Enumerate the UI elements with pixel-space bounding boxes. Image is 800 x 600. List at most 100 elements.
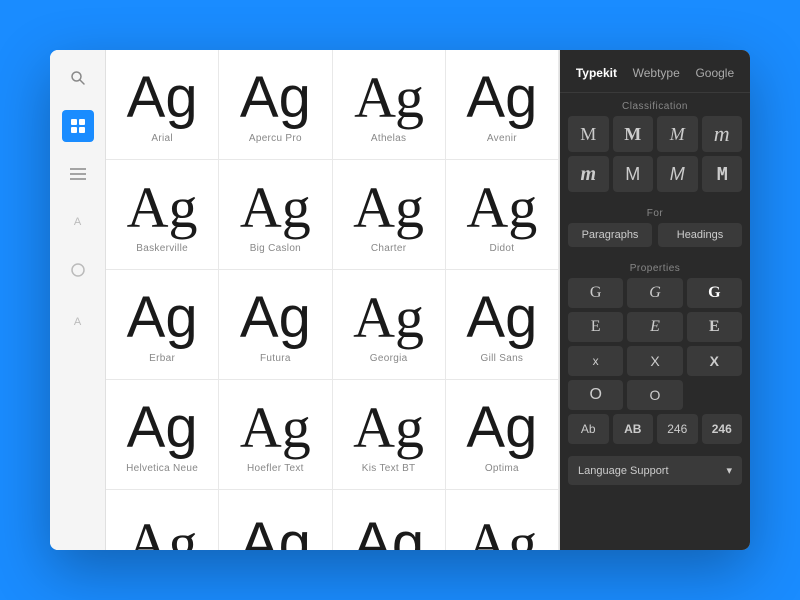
- list-view-icon[interactable]: [62, 158, 94, 190]
- prop-x-lower[interactable]: x: [568, 346, 623, 376]
- for-headings-btn[interactable]: Headings: [658, 223, 742, 247]
- properties-row1: G G G E E E: [560, 278, 750, 346]
- font-cell-baskerville[interactable]: Ag Baskerville: [106, 160, 219, 270]
- font-preview-helvetica: Ag: [127, 399, 198, 457]
- font-preview-gillsans: Ag: [466, 289, 537, 347]
- class-btn-sans1[interactable]: M: [613, 156, 654, 192]
- class-btn-serif2[interactable]: M: [613, 116, 654, 152]
- font-cell-row5c[interactable]: Ag: [333, 490, 446, 550]
- font-cell-avenir[interactable]: Ag Avenir: [446, 50, 559, 160]
- classification-label: Classification: [560, 93, 750, 116]
- prop-o-lower[interactable]: O: [568, 380, 623, 410]
- font-preview-erbar: Ag: [127, 289, 198, 347]
- font-name-kistext: Kis Text BT: [362, 463, 416, 474]
- font-name-gillsans: Gill Sans: [481, 353, 524, 364]
- font-preview-futura: Ag: [240, 289, 311, 347]
- font-cell-hoefler[interactable]: Ag Hoefler Text: [219, 380, 332, 490]
- font-cell-optima[interactable]: Ag Optima: [446, 380, 559, 490]
- prop-e2[interactable]: E: [627, 312, 682, 342]
- font-cell-row5a[interactable]: Ag: [106, 490, 219, 550]
- prop-e3[interactable]: E: [687, 312, 742, 342]
- font-name-bigcaslon: Big Caslon: [250, 243, 301, 254]
- font-name-hoefler: Hoefler Text: [247, 463, 304, 474]
- prop-246-light[interactable]: 246: [657, 414, 698, 444]
- prop-x-bold[interactable]: X: [687, 346, 742, 376]
- font-cell-row5d[interactable]: Ag: [446, 490, 559, 550]
- search-icon[interactable]: [62, 62, 94, 94]
- properties-label: Properties: [560, 255, 750, 278]
- properties-row3: Ab AB 246 246: [560, 414, 750, 452]
- prop-e1[interactable]: E: [568, 312, 623, 342]
- font-name-athelas: Athelas: [371, 133, 406, 144]
- prop-g2[interactable]: G: [627, 278, 682, 308]
- prop-ab-lower[interactable]: Ab: [568, 414, 609, 444]
- prop-g1[interactable]: G: [568, 278, 623, 308]
- for-label: For: [560, 200, 750, 223]
- font-cell-futura[interactable]: Ag Futura: [219, 270, 332, 380]
- for-row: Paragraphs Headings: [560, 223, 750, 255]
- class-btn-mono1[interactable]: M: [702, 156, 743, 192]
- font-preview-bigcaslon: Ag: [240, 179, 311, 237]
- font-name-georgia: Georgia: [370, 353, 408, 364]
- font-cell-didot[interactable]: Ag Didot: [446, 160, 559, 270]
- class-btn-serif1[interactable]: M: [568, 116, 609, 152]
- for-paragraphs-btn[interactable]: Paragraphs: [568, 223, 652, 247]
- size-label-icon: A: [62, 306, 94, 338]
- language-support-chevron: ▾: [726, 464, 732, 477]
- app-container: A A Ag Arial Ag Apercu Pro Ag Athelas: [50, 50, 750, 550]
- prop-g3[interactable]: G: [687, 278, 742, 308]
- font-preview-row5c: Ag: [353, 515, 424, 551]
- prop-o-upper[interactable]: O: [627, 380, 682, 410]
- font-preview-baskerville: Ag: [127, 179, 198, 237]
- font-preview-charter: Ag: [353, 179, 424, 237]
- font-preview-kistext: Ag: [353, 399, 424, 457]
- font-preview-arial: Ag: [127, 69, 198, 127]
- font-cell-erbar[interactable]: Ag Erbar: [106, 270, 219, 380]
- prop-ab-upper[interactable]: AB: [613, 414, 654, 444]
- font-cell-arial[interactable]: Ag Arial: [106, 50, 219, 160]
- right-panel: Typekit Webtype Google Classification M …: [560, 50, 750, 550]
- font-cell-athelas[interactable]: Ag Athelas: [333, 50, 446, 160]
- properties-row2: x X X O O: [560, 346, 750, 414]
- language-support-btn[interactable]: Language Support ▾: [568, 456, 742, 485]
- font-cell-bigcaslon[interactable]: Ag Big Caslon: [219, 160, 332, 270]
- tab-google[interactable]: Google: [689, 62, 740, 84]
- font-name-avenir: Avenir: [487, 133, 517, 144]
- font-cell-kistext[interactable]: Ag Kis Text BT: [333, 380, 446, 490]
- circle-control-icon[interactable]: [62, 254, 94, 286]
- font-preview-avenir: Ag: [466, 69, 537, 127]
- class-btn-serif3[interactable]: M: [657, 116, 698, 152]
- font-name-erbar: Erbar: [149, 353, 175, 364]
- font-cell-row5b[interactable]: Ag: [219, 490, 332, 550]
- tab-row: Typekit Webtype Google: [560, 50, 750, 93]
- font-name-didot: Didot: [489, 243, 514, 254]
- font-preview-didot: Ag: [466, 179, 537, 237]
- classification-grid: M M M m m M M M: [560, 116, 750, 200]
- font-name-arial: Arial: [151, 133, 173, 144]
- font-cell-helvetica[interactable]: Ag Helvetica Neue: [106, 380, 219, 490]
- font-cell-charter[interactable]: Ag Charter: [333, 160, 446, 270]
- font-cell-georgia[interactable]: Ag Georgia: [333, 270, 446, 380]
- class-btn-script1[interactable]: m: [702, 116, 743, 152]
- prop-x-upper[interactable]: X: [627, 346, 682, 376]
- font-preview-apercu: Ag: [240, 69, 311, 127]
- font-preview-row5d: Ag: [466, 515, 537, 551]
- font-name-baskerville: Baskerville: [136, 243, 188, 254]
- sidebar: A A: [50, 50, 106, 550]
- font-name-helvetica: Helvetica Neue: [126, 463, 198, 474]
- font-preview-row5a: Ag: [127, 515, 198, 551]
- font-name-charter: Charter: [371, 243, 406, 254]
- size-small-icon[interactable]: A: [62, 206, 94, 238]
- tab-typekit[interactable]: Typekit: [570, 62, 623, 84]
- font-cell-gillsans[interactable]: Ag Gill Sans: [446, 270, 559, 380]
- tab-webtype[interactable]: Webtype: [627, 62, 686, 84]
- font-grid: Ag Arial Ag Apercu Pro Ag Athelas Ag Ave…: [106, 50, 559, 550]
- prop-246-bold[interactable]: 246: [702, 414, 743, 444]
- class-btn-script2[interactable]: m: [568, 156, 609, 192]
- grid-view-icon[interactable]: [62, 110, 94, 142]
- class-btn-sans2[interactable]: M: [657, 156, 698, 192]
- font-cell-apercu[interactable]: Ag Apercu Pro: [219, 50, 332, 160]
- font-preview-athelas: Ag: [354, 69, 423, 127]
- language-support-label: Language Support: [578, 465, 669, 477]
- font-preview-hoefler: Ag: [240, 399, 311, 457]
